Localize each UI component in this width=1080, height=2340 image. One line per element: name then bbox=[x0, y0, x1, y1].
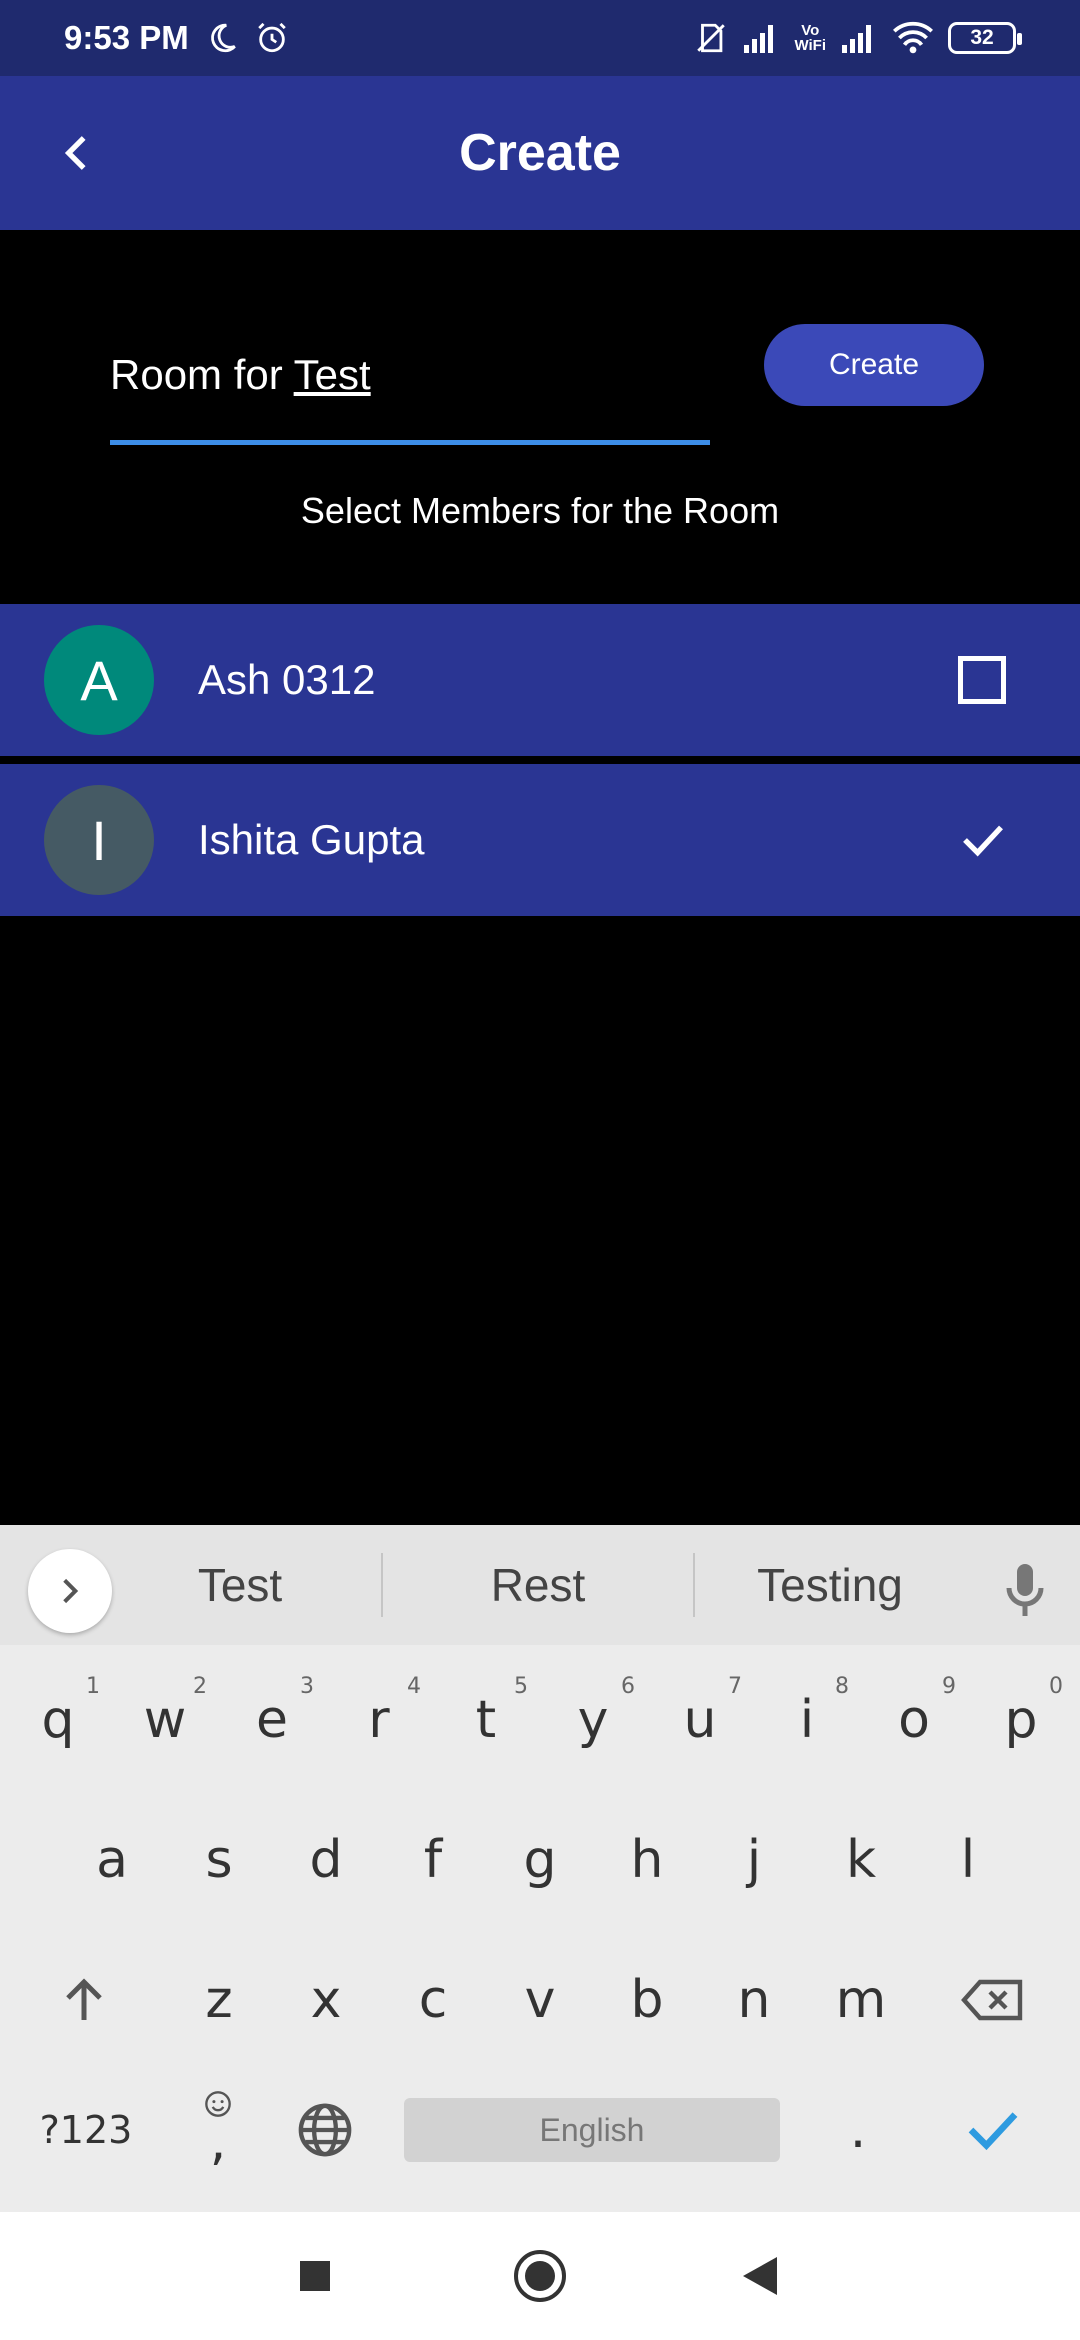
member-name: Ishita Gupta bbox=[198, 816, 425, 863]
back-button[interactable] bbox=[40, 116, 114, 190]
language-key[interactable] bbox=[275, 2070, 375, 2190]
expand-toolbar-button[interactable] bbox=[28, 1549, 112, 1633]
composing-text: Test bbox=[293, 351, 371, 398]
status-bar: 9:53 PM Vo WiFi 32 bbox=[0, 0, 1080, 76]
room-name-value: Room for Test bbox=[110, 351, 371, 398]
moon-icon bbox=[205, 21, 239, 55]
key-k[interactable]: k bbox=[811, 1800, 911, 1920]
enter-key[interactable] bbox=[943, 2070, 1043, 2190]
divider bbox=[693, 1553, 695, 1617]
key-p[interactable]: p0 bbox=[971, 1660, 1071, 1780]
globe-icon bbox=[298, 2103, 352, 2157]
comma-label: , bbox=[209, 2112, 227, 2172]
key-u[interactable]: u7 bbox=[650, 1660, 750, 1780]
key-z[interactable]: z bbox=[169, 1940, 269, 2060]
microphone-icon bbox=[1006, 1564, 1044, 1616]
key-q[interactable]: q1 bbox=[8, 1660, 108, 1780]
home-circle-icon bbox=[514, 2250, 566, 2302]
page-title: Create bbox=[459, 124, 621, 182]
key-n[interactable]: n bbox=[704, 1940, 804, 2060]
key-m[interactable]: m bbox=[811, 1940, 911, 2060]
key-f[interactable]: f bbox=[383, 1800, 483, 1920]
suggestion-1[interactable]: Test bbox=[140, 1525, 340, 1645]
suggestion-2[interactable]: Rest bbox=[418, 1525, 658, 1645]
home-button[interactable] bbox=[508, 2244, 572, 2308]
status-time: 9:53 PM bbox=[64, 19, 189, 56]
member-row-ishita[interactable]: I Ishita Gupta bbox=[0, 764, 1080, 916]
select-members-label: Select Members for the Room bbox=[300, 490, 780, 531]
backspace-key[interactable] bbox=[942, 1940, 1042, 2060]
key-i[interactable]: i8 bbox=[757, 1660, 857, 1780]
chevron-left-icon bbox=[64, 136, 86, 170]
mic-button[interactable] bbox=[990, 1555, 1060, 1625]
room-name-input[interactable]: Room for Test bbox=[110, 340, 710, 432]
alarm-icon bbox=[255, 21, 289, 55]
key-g[interactable]: g bbox=[490, 1800, 590, 1920]
battery-indicator: 32 bbox=[948, 22, 1022, 54]
app-bar: Create bbox=[0, 76, 1080, 230]
key-a[interactable]: a bbox=[62, 1800, 162, 1920]
suggestion-bar: Test Rest Testing bbox=[0, 1525, 1080, 1645]
backspace-icon bbox=[961, 1979, 1023, 2021]
no-sim-icon bbox=[694, 21, 728, 55]
key-j[interactable]: j bbox=[704, 1800, 804, 1920]
key-o[interactable]: o9 bbox=[864, 1660, 964, 1780]
member-name: Ash 0312 bbox=[198, 656, 376, 703]
key-s[interactable]: s bbox=[169, 1800, 269, 1920]
shift-arrow-icon bbox=[66, 1978, 102, 2020]
key-r[interactable]: r4 bbox=[329, 1660, 429, 1780]
recents-button[interactable] bbox=[283, 2244, 347, 2308]
member-row-ash[interactable]: A Ash 0312 bbox=[0, 604, 1080, 756]
symbols-key[interactable]: ?123 bbox=[28, 2070, 144, 2190]
member-checkbox-checked[interactable] bbox=[956, 813, 1010, 867]
avatar: A bbox=[44, 625, 154, 735]
suggestion-3[interactable]: Testing bbox=[720, 1525, 940, 1645]
member-checkbox-unchecked[interactable] bbox=[958, 656, 1006, 704]
key-y[interactable]: y6 bbox=[543, 1660, 643, 1780]
key-d[interactable]: d bbox=[276, 1800, 376, 1920]
key-w[interactable]: w2 bbox=[115, 1660, 215, 1780]
shift-key[interactable] bbox=[34, 1940, 134, 2060]
vowifi-indicator: Vo WiFi bbox=[794, 22, 826, 54]
key-t[interactable]: t5 bbox=[436, 1660, 536, 1780]
navigation-bar bbox=[0, 2212, 1080, 2340]
key-h[interactable]: h bbox=[597, 1800, 697, 1920]
triangle-back-icon bbox=[743, 2257, 777, 2295]
key-e[interactable]: e3 bbox=[222, 1660, 322, 1780]
wifi-icon bbox=[892, 21, 934, 55]
divider bbox=[381, 1553, 383, 1617]
space-bar[interactable]: English bbox=[404, 2098, 780, 2162]
back-nav-button[interactable] bbox=[728, 2244, 792, 2308]
key-v[interactable]: v bbox=[490, 1940, 590, 2060]
create-button[interactable]: Create bbox=[764, 324, 984, 406]
input-underline bbox=[110, 440, 710, 445]
key-l[interactable]: l bbox=[918, 1800, 1018, 1920]
period-key[interactable]: . bbox=[808, 2070, 908, 2190]
avatar: I bbox=[44, 785, 154, 895]
checkmark-icon bbox=[968, 2112, 1018, 2151]
chevron-right-icon bbox=[63, 1578, 79, 1604]
checkmark-icon bbox=[963, 825, 1003, 857]
soft-keyboard: Test Rest Testing q1 w2 e3 r4 t5 y6 u7 i… bbox=[0, 1525, 1080, 2212]
signal-icon-2 bbox=[840, 23, 878, 53]
signal-icon bbox=[742, 23, 780, 53]
key-c[interactable]: c bbox=[383, 1940, 483, 2060]
emoji-comma-key[interactable]: , bbox=[168, 2070, 268, 2190]
key-x[interactable]: x bbox=[276, 1940, 376, 2060]
key-b[interactable]: b bbox=[597, 1940, 697, 2060]
square-icon bbox=[300, 2261, 330, 2291]
